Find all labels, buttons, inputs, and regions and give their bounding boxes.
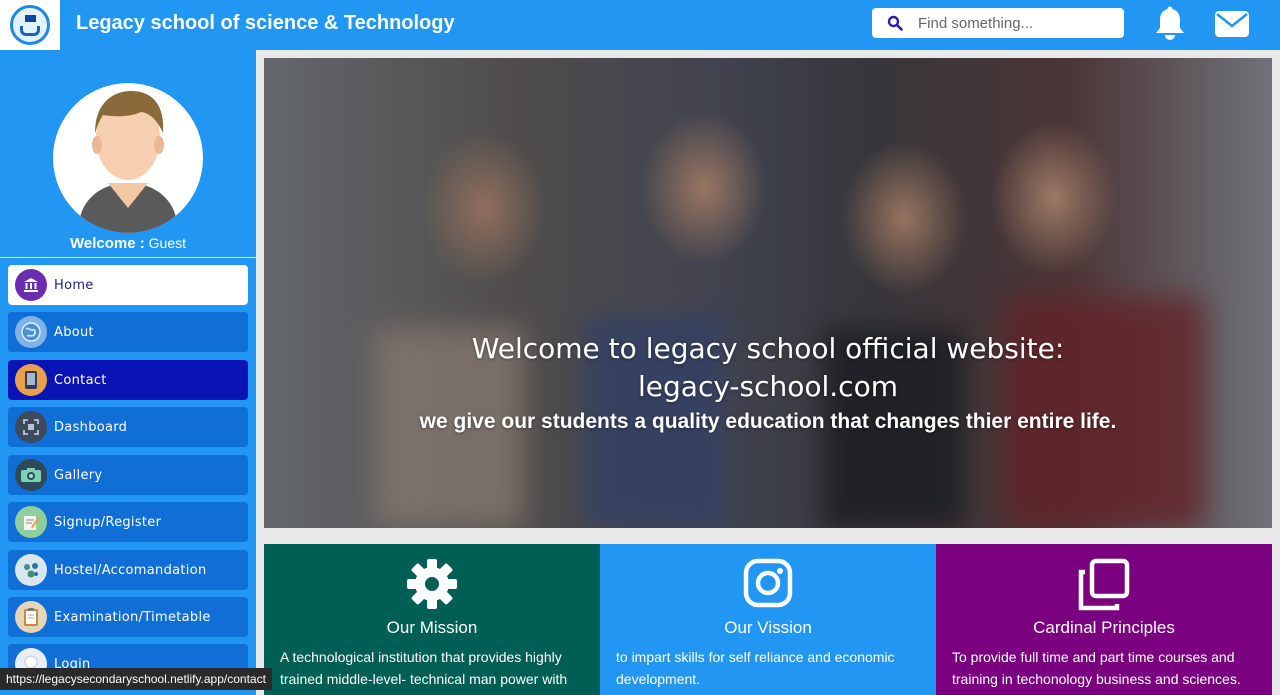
globe-icon xyxy=(15,316,47,348)
phone-icon xyxy=(15,364,47,396)
sidebar-item-label: Examination/Timetable xyxy=(54,609,211,625)
signup-icon xyxy=(15,506,47,538)
school-logo[interactable] xyxy=(0,0,60,50)
instagram-icon xyxy=(743,558,793,608)
app-title: Legacy school of science & Technology xyxy=(76,12,455,34)
sidebar-item-label: About xyxy=(54,324,94,340)
card-title: Our Vission xyxy=(724,618,812,637)
search-input[interactable] xyxy=(918,14,1108,32)
status-bar-url: https://legacysecondaryschool.netlify.ap… xyxy=(0,668,272,690)
sidebar-item-label: Gallery xyxy=(54,467,103,483)
card-text: A technological institution that provide… xyxy=(280,649,568,687)
avatar xyxy=(53,83,203,233)
card-principles: Cardinal Principles To provide full time… xyxy=(936,544,1272,695)
mail-icon[interactable] xyxy=(1214,10,1250,38)
sidebar-item-hostel[interactable]: Hostel/Accomandation xyxy=(8,550,248,590)
sidebar-item-home[interactable]: Home xyxy=(8,265,248,305)
card-mission: Our Mission A technological institution … xyxy=(264,544,600,695)
search-icon[interactable] xyxy=(872,15,918,31)
hero-title-line2: legacy-school.com xyxy=(638,370,898,403)
sidebar-item-gallery[interactable]: Gallery xyxy=(8,455,248,495)
sidebar-item-label: Home xyxy=(54,277,94,293)
bell-icon[interactable] xyxy=(1154,6,1186,42)
card-title: Our Mission xyxy=(386,618,478,637)
sidebar-item-label: Signup/Register xyxy=(54,514,162,530)
bank-icon xyxy=(15,269,47,301)
sidebar-item-dashboard[interactable]: Dashboard xyxy=(8,407,248,447)
card-vision: Our Vission to impart skills for self re… xyxy=(600,544,936,695)
search-box[interactable] xyxy=(872,8,1124,38)
hero-title: Welcome to legacy school official websit… xyxy=(264,330,1272,406)
sidebar-item-label: Hostel/Accomandation xyxy=(54,562,207,578)
sidebar-item-signup[interactable]: Signup/Register xyxy=(8,502,248,542)
user-avatar-icon xyxy=(78,91,178,233)
card-text: to impart skills for self reliance and e… xyxy=(616,649,895,687)
camera-icon xyxy=(15,459,47,491)
hostel-icon xyxy=(15,554,47,586)
welcome-user: Guest xyxy=(148,235,186,251)
clipboard-icon xyxy=(15,601,47,633)
welcome-text: Welcome : Guest xyxy=(0,235,256,252)
gear-icon xyxy=(407,559,457,609)
hero-subtitle: we give our students a quality education… xyxy=(419,410,1117,433)
sidebar: Welcome : Guest Home About Contact Dashb… xyxy=(0,50,256,695)
logo-icon xyxy=(10,5,50,45)
card-text: To provide full time and part time cours… xyxy=(952,649,1241,687)
copy-icon xyxy=(1078,558,1130,611)
sidebar-item-label: Contact xyxy=(54,372,107,388)
dashboard-icon xyxy=(15,411,47,443)
top-navbar: Legacy school of science & Technology xyxy=(0,0,1280,50)
sidebar-item-label: Dashboard xyxy=(54,419,128,435)
sidebar-divider xyxy=(0,257,256,258)
welcome-label: Welcome : xyxy=(70,235,145,252)
sidebar-item-contact[interactable]: Contact xyxy=(8,360,248,400)
sidebar-item-examination[interactable]: Examination/Timetable xyxy=(8,597,248,637)
hero-banner: Welcome to legacy school official websit… xyxy=(264,58,1272,528)
card-title: Cardinal Principles xyxy=(1033,618,1175,637)
sidebar-item-about[interactable]: About xyxy=(8,312,248,352)
hero-title-line1: Welcome to legacy school official websit… xyxy=(471,332,1065,365)
